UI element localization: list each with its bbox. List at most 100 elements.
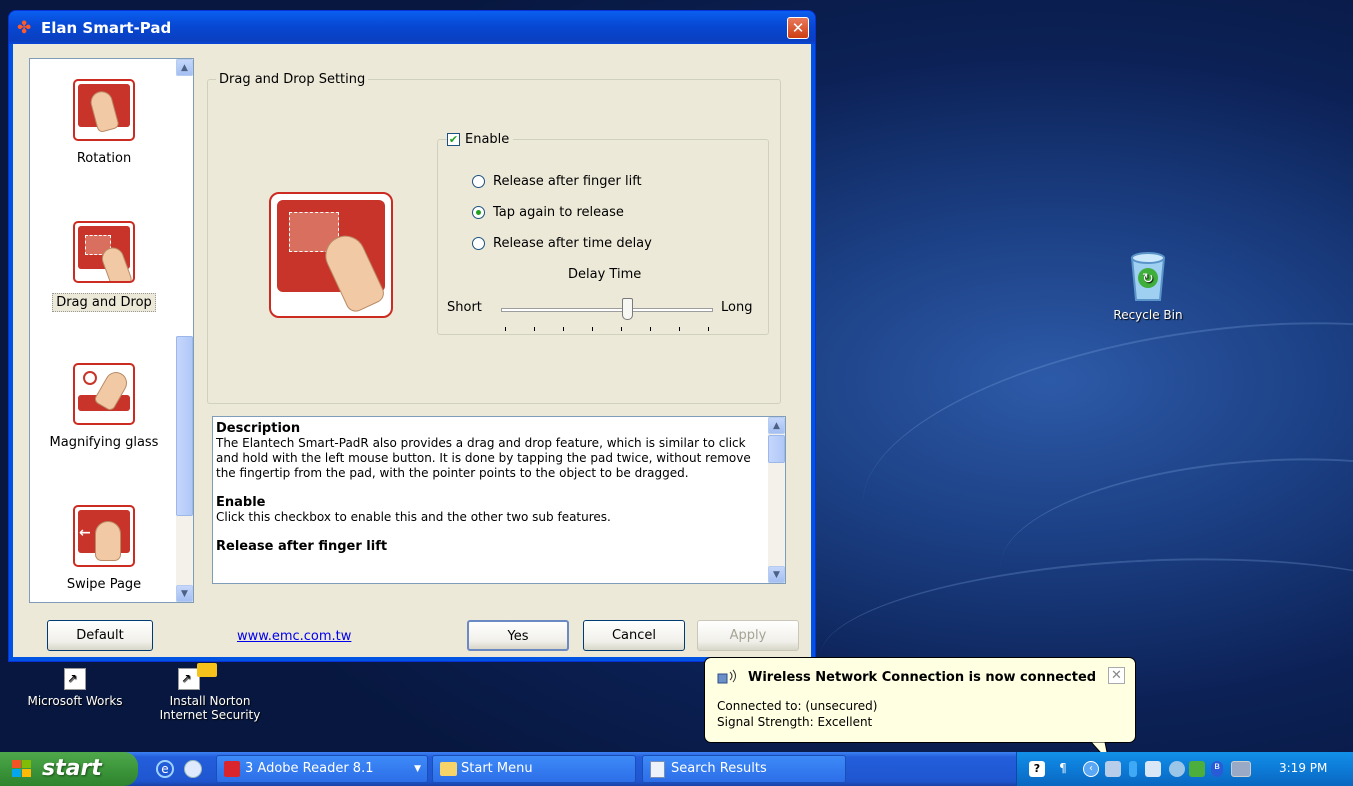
option-label: Release after time delay [493,236,652,251]
feature-list-scrollbar[interactable]: ▲ ▼ [176,59,193,602]
bluetooth-icon[interactable]: ʙ [1211,761,1223,777]
option-tap-again-to-release[interactable]: Tap again to release [472,205,624,220]
balloon-signal-strength: Signal Strength: Excellent [717,715,873,729]
feature-item-swipe-page[interactable]: ← Swipe Page [30,505,178,592]
install-norton-label-line2: Internet Security [159,708,261,722]
security-icon[interactable] [1189,761,1205,777]
recycle-bin-icon: ↻ [1130,252,1166,301]
radio-release-after-time-delay[interactable] [472,237,485,250]
enable-label: Enable [465,132,510,147]
emc-website-link[interactable]: www.emc.com.tw [237,629,351,644]
feature-label-magnifying-glass: Magnifying glass [49,435,159,450]
rotation-icon [73,79,135,141]
magnifying-glass-icon [73,363,135,425]
taskbar-item-adobe-reader[interactable]: 3 Adobe Reader 8.1 ▼ [216,755,428,783]
enable-heading: Enable [216,495,266,510]
install-norton-desktop-icon[interactable]: ↗ Install Norton Internet Security [148,663,272,722]
delay-short-label: Short [447,300,482,315]
window-title: Elan Smart-Pad [41,18,172,37]
radio-release-after-finger-lift[interactable] [472,175,485,188]
recycle-bin-desktop-icon[interactable]: ↻ Recycle Bin [1100,250,1196,322]
slider-tick [534,327,535,331]
option-release-after-finger-lift[interactable]: Release after finger lift [472,174,642,189]
quick-launch-ie-icon[interactable]: e [156,760,174,778]
balloon-close-button[interactable]: ✕ [1108,667,1125,684]
tray-expand-icon[interactable]: ‹ [1083,761,1099,777]
wireless-tray-icon[interactable] [1105,761,1121,777]
delay-long-label: Long [721,300,753,315]
shortcut-icon: ↗ [64,668,86,690]
title-bar[interactable]: ✤ Elan Smart-Pad ✕ [9,11,815,44]
display-icon[interactable] [1231,761,1251,777]
feature-label-drag-and-drop: Drag and Drop [52,293,156,312]
taskbar-item-start-menu[interactable]: Start Menu [432,755,636,783]
feature-item-rotation[interactable]: Rotation [30,79,178,166]
slider-tick [592,327,593,331]
slider-tick [679,327,680,331]
close-button[interactable]: ✕ [787,17,809,39]
feature-label-swipe-page: Swipe Page [66,577,142,592]
shortcut-icon: ↗ [178,663,217,690]
balloon-connected-to: Connected to: (unsecured) [717,699,878,713]
slider-tick [708,327,709,331]
sync-icon[interactable] [1169,761,1185,777]
scroll-thumb[interactable] [768,435,785,463]
svg-text:↻: ↻ [1142,271,1154,287]
release-heading: Release after finger lift [216,539,388,554]
cancel-button[interactable]: Cancel [583,620,685,651]
elan-smart-pad-window: ✤ Elan Smart-Pad ✕ Rotation Drag and Dro… [8,10,816,662]
radio-tap-again-to-release[interactable] [472,206,485,219]
help-icon[interactable]: ? [1029,761,1045,777]
description-heading: Description [216,421,301,436]
balloon-title: Wireless Network Connection is now conne… [748,670,1097,685]
scroll-thumb[interactable] [176,336,193,516]
wireless-network-icon [717,669,736,684]
enable-checkbox[interactable]: ✔ [447,133,460,146]
feature-label-rotation: Rotation [76,151,132,166]
battery-icon[interactable] [1129,761,1137,777]
folder-icon [440,762,457,776]
microsoft-works-desktop-icon[interactable]: ↗ Microsoft Works [18,668,132,708]
swipe-page-icon: ← [73,505,135,567]
delay-slider-track[interactable] [501,308,713,312]
feature-item-drag-and-drop[interactable]: Drag and Drop [30,221,178,312]
apply-button[interactable]: Apply [697,620,799,651]
clock: 3:19 PM [1279,761,1328,775]
start-button[interactable]: start [0,752,138,786]
enable-text: Click this checkbox to enable this and t… [216,510,611,524]
tray-hint-icon[interactable]: ¶ [1055,761,1071,777]
taskbar-item-label: 3 Adobe Reader 8.1 [245,761,374,776]
taskbar-item-label: Start Menu [461,761,533,776]
wireless-notification-balloon[interactable]: Wireless Network Connection is now conne… [704,657,1136,762]
window-client-area: Rotation Drag and Drop Magnifying glass [13,44,811,657]
microsoft-works-label: Microsoft Works [27,694,123,708]
description-content: Description The Elantech Smart-PadR also… [216,421,764,554]
start-label: start [42,756,102,781]
option-release-after-time-delay[interactable]: Release after time delay [472,236,652,251]
taskbar-item-search-results[interactable]: Search Results [642,755,846,783]
elan-app-icon: ✤ [17,17,32,38]
yes-button[interactable]: Yes [467,620,569,651]
scroll-up-arrow-icon[interactable]: ▲ [176,59,193,76]
drag-and-drop-icon [73,221,135,283]
description-scrollbar[interactable]: ▲ ▼ [768,417,785,583]
slider-tick [621,327,622,331]
system-tray: ? ¶ ‹ ʙ 3:19 PM [1016,752,1353,786]
mail-icon[interactable] [1145,761,1161,777]
enable-checkbox-row[interactable]: ✔ Enable [447,132,514,147]
delay-slider-thumb[interactable] [622,298,634,320]
dropdown-arrow-icon: ▼ [414,764,421,774]
feature-item-magnifying-glass[interactable]: Magnifying glass [30,363,178,450]
recycle-bin-label: Recycle Bin [1113,308,1183,322]
option-label: Tap again to release [493,205,624,220]
delay-time-title: Delay Time [568,267,642,282]
default-button[interactable]: Default [47,620,153,651]
scroll-down-arrow-icon[interactable]: ▼ [176,585,193,602]
description-box: Description The Elantech Smart-PadR also… [212,416,786,584]
quick-launch-browser-icon[interactable] [184,760,202,778]
scroll-up-arrow-icon[interactable]: ▲ [768,417,785,434]
scroll-down-arrow-icon[interactable]: ▼ [768,566,785,583]
taskbar-item-label: Search Results [671,761,767,776]
feature-list: Rotation Drag and Drop Magnifying glass [29,58,194,603]
drag-drop-setting-title: Drag and Drop Setting [216,72,369,87]
